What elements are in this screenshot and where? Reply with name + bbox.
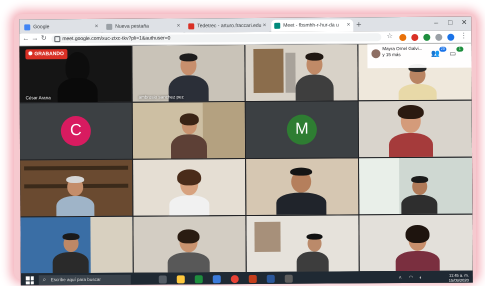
avatar: C: [60, 115, 91, 147]
participant-tile[interactable]: [133, 159, 246, 216]
minimize-button[interactable]: –: [429, 17, 443, 31]
participant-count-badge: 20: [439, 46, 447, 52]
close-icon[interactable]: ×: [95, 21, 99, 33]
lock-icon: [54, 36, 61, 43]
browser-tab-meet[interactable]: Meet - fbsmhh-r-hur-da u ×: [271, 19, 354, 32]
recording-badge: GRABANDO: [25, 49, 68, 60]
presenter-info: Mayra Ornel Galvi... y 15 más: [382, 46, 422, 58]
windows-taskbar: ⌕ Escribe aquí para buscar ˄ ◠ ◖ 11:45 a…: [20, 270, 473, 286]
taskbar-search[interactable]: ⌕ Escribe aquí para buscar: [38, 274, 131, 286]
participant-tile[interactable]: [246, 215, 359, 272]
powerpoint-icon[interactable]: [248, 274, 257, 283]
avatar: [371, 49, 381, 59]
monitor-screen: Google × Nueva pestaña × Tedetrec - artu…: [19, 16, 473, 286]
more-menu-icon[interactable]: ⋮: [459, 31, 468, 43]
page-favicon-icon: [188, 23, 195, 30]
google-favicon-icon: [24, 24, 31, 31]
file-explorer-icon[interactable]: [176, 275, 185, 284]
close-icon[interactable]: ×: [347, 19, 351, 31]
meet-top-bar: Mayra Ornel Galvi... y 15 más 👥 20 ▭ 1: [367, 43, 472, 69]
close-window-button[interactable]: ✕: [457, 17, 471, 31]
extension-icon[interactable]: [399, 34, 407, 42]
tab-label: Meet - fbsmhh-r-hur-da u: [283, 22, 339, 29]
extension-icon[interactable]: [435, 33, 443, 41]
avatar: M: [286, 114, 317, 145]
chat-icon[interactable]: ▭: [449, 50, 456, 58]
participant-tile[interactable]: [133, 216, 246, 273]
participant-name: ambrosio sanchez pez: [138, 94, 184, 100]
close-icon[interactable]: ×: [263, 20, 267, 32]
participant-tile[interactable]: [246, 158, 359, 215]
excel-icon[interactable]: [194, 275, 203, 284]
search-placeholder: Escribe aquí para buscar: [50, 276, 101, 283]
profile-avatar[interactable]: [447, 33, 455, 41]
participant-tile[interactable]: C: [19, 102, 133, 160]
tab-label: Tedetrec - arturo.fraccari.edu: [197, 22, 262, 30]
meet-video-grid: César Arana ambrosio sanchez pez C M GRA…: [19, 43, 473, 274]
page-favicon-icon: [106, 23, 113, 30]
tab-label: Google: [33, 24, 50, 31]
url-text: meet.google.com/xuc-ztxc-tkv?pli=1&authu…: [62, 35, 171, 43]
participant-tile[interactable]: M: [245, 101, 359, 158]
task-view-icon[interactable]: [158, 275, 167, 284]
close-icon[interactable]: ×: [177, 20, 181, 32]
chrome-icon[interactable]: [230, 275, 239, 284]
meet-favicon-icon: [274, 22, 281, 29]
participant-tile[interactable]: [132, 102, 246, 159]
extension-icon[interactable]: [411, 33, 419, 41]
participant-tile[interactable]: [245, 44, 358, 102]
photo-frame: Google × Nueva pestaña × Tedetrec - artu…: [0, 0, 485, 286]
back-arrow-icon[interactable]: ←: [21, 33, 30, 45]
participant-tile[interactable]: [359, 214, 473, 272]
maximize-button[interactable]: □: [443, 17, 457, 31]
browser-tab-1[interactable]: Google ×: [21, 20, 102, 34]
address-bar[interactable]: meet.google.com/xuc-ztxc-tkv?pli=1&authu…: [51, 33, 382, 44]
browser-tab-2[interactable]: Nueva pestaña ×: [103, 20, 184, 33]
network-icon[interactable]: ◠: [409, 273, 413, 283]
participant-name: César Arana: [25, 95, 51, 101]
record-dot-icon: [28, 51, 33, 56]
word-icon[interactable]: [266, 274, 275, 283]
participant-tile[interactable]: [359, 157, 473, 215]
star-icon[interactable]: ☆: [385, 31, 394, 43]
participant-tile[interactable]: ambrosio sanchez pez: [132, 45, 245, 102]
browser-tab-3[interactable]: Tedetrec - arturo.fraccari.edu ×: [185, 19, 270, 33]
participant-tile[interactable]: [358, 100, 473, 158]
forward-arrow-icon[interactable]: →: [30, 33, 39, 45]
chevron-up-icon[interactable]: ˄: [399, 273, 402, 283]
presenter-sub: y 15 más: [382, 52, 401, 58]
chat-badge: 1: [456, 46, 464, 52]
reload-icon[interactable]: ↻: [39, 33, 48, 45]
volume-icon[interactable]: ◖: [419, 273, 422, 283]
participant-tile[interactable]: [20, 159, 133, 217]
windows-start-icon[interactable]: [25, 276, 34, 285]
recording-label: GRABANDO: [34, 51, 64, 58]
search-icon: ⌕: [42, 277, 47, 284]
app-icon[interactable]: [212, 275, 221, 284]
people-icon[interactable]: 👥: [431, 50, 440, 58]
app-icon[interactable]: [284, 274, 293, 283]
new-tab-button[interactable]: +: [356, 18, 361, 30]
clock-date: 15/09/2020: [448, 277, 469, 283]
extension-icon[interactable]: [423, 33, 431, 41]
participant-tile[interactable]: [20, 216, 133, 274]
system-clock[interactable]: 11:45 a. m. 15/09/2020: [449, 273, 469, 283]
tab-label: Nueva pestaña: [115, 23, 149, 30]
